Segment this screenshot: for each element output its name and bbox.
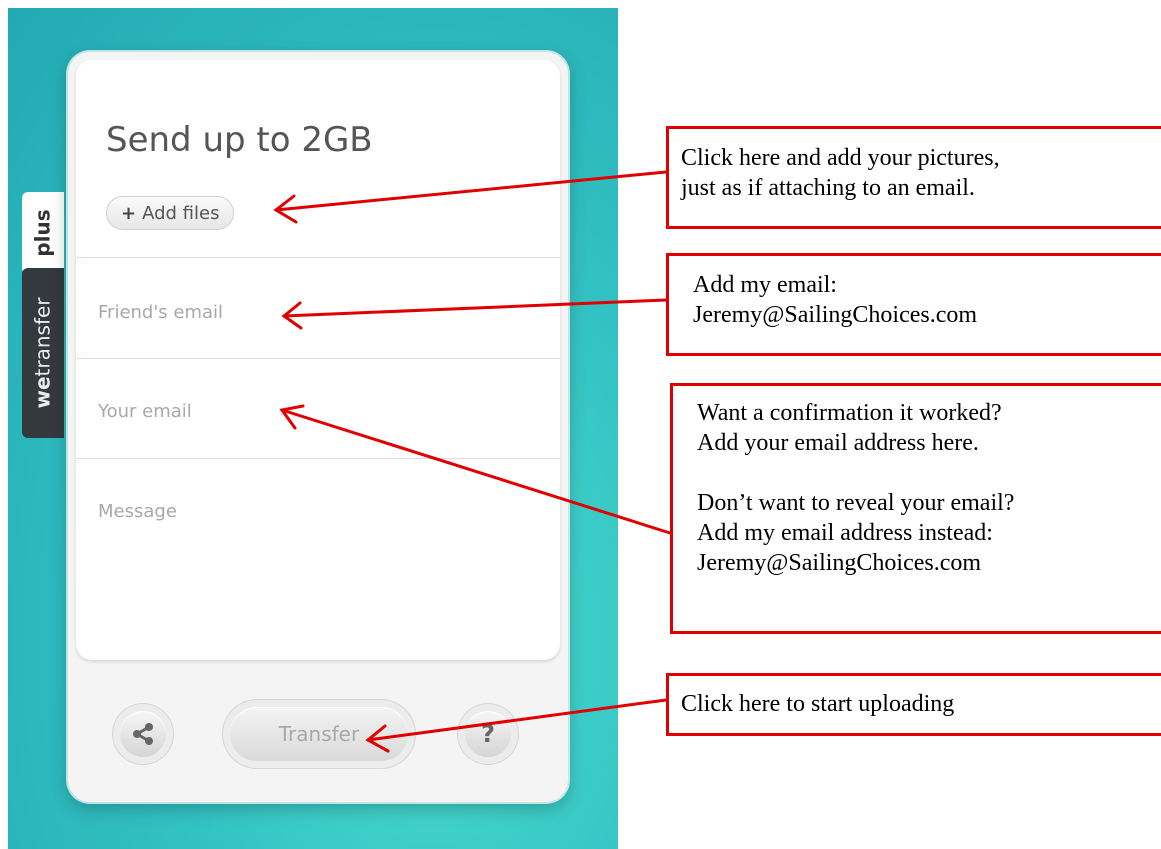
arrow-friend-email — [282, 298, 668, 318]
annotation-arrows — [273, 170, 672, 753]
arrow-your-email — [280, 408, 672, 535]
arrow-transfer — [366, 698, 668, 742]
arrow-add-files — [274, 170, 668, 212]
